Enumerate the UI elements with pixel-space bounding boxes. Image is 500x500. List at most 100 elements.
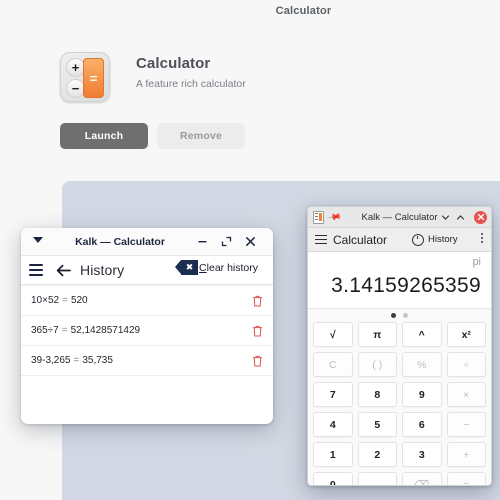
table-row[interactable]: 365÷7 = 52,1428571429 bbox=[21, 316, 273, 346]
close-icon bbox=[245, 237, 255, 246]
key-clear[interactable]: C bbox=[313, 352, 353, 377]
history-entry-text: 365÷7 = 52,1428571429 bbox=[31, 325, 140, 336]
history-equals-sign: = bbox=[62, 295, 68, 306]
delete-entry-button[interactable] bbox=[252, 295, 263, 307]
app-listing: + − = Calculator A feature rich calculat… bbox=[60, 52, 246, 102]
history-button[interactable]: History bbox=[412, 233, 458, 246]
key-percent[interactable]: % bbox=[402, 352, 442, 377]
app-action-buttons: Launch Remove bbox=[60, 123, 245, 149]
chevron-up-icon bbox=[456, 214, 465, 220]
delete-entry-button[interactable] bbox=[252, 355, 263, 367]
table-row[interactable]: 10×52 = 520 bbox=[21, 285, 273, 316]
pager-dot-1[interactable] bbox=[391, 313, 396, 318]
trash-icon bbox=[253, 355, 262, 366]
restore-icon bbox=[221, 236, 231, 247]
launch-button[interactable]: Launch bbox=[60, 123, 148, 149]
key-divide[interactable]: ÷ bbox=[446, 352, 486, 377]
arrow-left-icon bbox=[56, 264, 71, 276]
keypad-row: 0 . ⌫ = bbox=[313, 472, 486, 485]
calculator-expression: pi bbox=[472, 256, 481, 268]
history-entry-text: 39-3,265 = 35,735 bbox=[31, 355, 113, 366]
history-result: 52,1428571429 bbox=[70, 325, 141, 336]
key-4[interactable]: 4 bbox=[313, 412, 353, 437]
calculator-keypad: √ π ^ x² C ( ) % ÷ 7 8 9 × 4 5 6 − 1 2 3… bbox=[308, 322, 491, 485]
history-button-label: History bbox=[428, 234, 458, 245]
close-button[interactable] bbox=[239, 228, 261, 255]
app-subtitle: A feature rich calculator bbox=[136, 78, 246, 90]
key-1[interactable]: 1 bbox=[313, 442, 353, 467]
key-0[interactable]: 0 bbox=[313, 472, 353, 485]
history-window-titlebar[interactable]: Kalk — Calculator bbox=[21, 228, 273, 256]
key-6[interactable]: 6 bbox=[402, 412, 442, 437]
history-result: 35,735 bbox=[82, 355, 113, 366]
history-result: 520 bbox=[70, 295, 88, 306]
key-7[interactable]: 7 bbox=[313, 382, 353, 407]
key-pi[interactable]: π bbox=[357, 322, 397, 347]
trash-icon bbox=[253, 295, 262, 306]
history-equals-sign: = bbox=[73, 355, 80, 366]
history-expression: 39-3,265 bbox=[31, 355, 71, 366]
hamburger-icon[interactable] bbox=[29, 264, 43, 276]
pager-dot-2[interactable] bbox=[403, 313, 408, 318]
maximize-button[interactable] bbox=[215, 228, 237, 255]
pin-icon[interactable]: 📌 bbox=[327, 209, 342, 224]
key-3[interactable]: 3 bbox=[402, 442, 442, 467]
window-menu-caret-icon[interactable] bbox=[33, 237, 43, 243]
key-parentheses[interactable]: ( ) bbox=[357, 352, 397, 377]
history-window[interactable]: Kalk — Calculator History ✖ Clear histor… bbox=[21, 228, 273, 424]
history-entry-text: 10×52 = 520 bbox=[31, 295, 88, 306]
maximize-button[interactable] bbox=[453, 207, 468, 227]
close-button[interactable] bbox=[474, 210, 487, 224]
clock-icon bbox=[412, 233, 425, 246]
key-multiply[interactable]: × bbox=[446, 382, 486, 407]
calculator-toolbar-title: Calculator bbox=[333, 232, 388, 247]
key-2[interactable]: 2 bbox=[357, 442, 397, 467]
history-expression: 365÷7 bbox=[31, 325, 59, 336]
minimize-button[interactable] bbox=[438, 207, 453, 227]
key-square[interactable]: x² bbox=[446, 322, 486, 347]
trash-icon bbox=[253, 325, 262, 336]
calculator-toolbar: Calculator History bbox=[308, 228, 491, 252]
keypad-row: 1 2 3 + bbox=[313, 442, 486, 467]
key-backspace[interactable]: ⌫ bbox=[402, 472, 442, 485]
clear-history-button[interactable]: ✖ Clear history bbox=[175, 260, 273, 275]
history-toolbar: History ✖ Clear history bbox=[21, 256, 273, 285]
close-icon bbox=[477, 213, 484, 221]
key-decimal[interactable]: . bbox=[357, 472, 397, 485]
table-row[interactable]: 39-3,265 = 35,735 bbox=[21, 346, 273, 376]
keypad-row: 4 5 6 − bbox=[313, 412, 486, 437]
key-equals[interactable]: = bbox=[446, 472, 486, 485]
app-title: Calculator bbox=[136, 55, 211, 72]
history-expression: 10×52 bbox=[31, 295, 60, 306]
app-text-block: Calculator A feature rich calculator bbox=[136, 52, 246, 90]
calculator-titlebar[interactable]: 📌 Kalk — Calculator bbox=[308, 207, 491, 228]
calculator-result: 3.14159265359 bbox=[331, 274, 481, 297]
keypad-row: 7 8 9 × bbox=[313, 382, 486, 407]
clear-history-mnemonic: C bbox=[199, 261, 207, 274]
clear-history-label: Clear history bbox=[199, 262, 273, 274]
key-add[interactable]: + bbox=[446, 442, 486, 467]
keypad-pager bbox=[308, 309, 491, 322]
key-5[interactable]: 5 bbox=[357, 412, 397, 437]
calculator-window[interactable]: 📌 Kalk — Calculator Calculator History p… bbox=[307, 206, 492, 486]
history-list: 10×52 = 520 365÷7 = 52,1428571429 39-3,265 = 3… bbox=[21, 285, 273, 376]
key-8[interactable]: 8 bbox=[357, 382, 397, 407]
chevron-down-icon bbox=[441, 214, 450, 220]
minimize-button[interactable] bbox=[191, 228, 213, 255]
history-equals-sign: = bbox=[61, 325, 68, 336]
back-arrow-icon[interactable] bbox=[56, 264, 71, 277]
remove-button[interactable]: Remove bbox=[157, 123, 245, 149]
calculator-window-icon bbox=[313, 210, 324, 224]
key-subtract[interactable]: − bbox=[446, 412, 486, 437]
history-heading: History bbox=[80, 262, 125, 278]
key-sqrt[interactable]: √ bbox=[313, 322, 353, 347]
delete-entry-button[interactable] bbox=[252, 325, 263, 337]
kebab-menu-icon[interactable] bbox=[481, 233, 483, 243]
store-header-title: Calculator bbox=[275, 5, 332, 17]
hamburger-icon[interactable] bbox=[315, 234, 327, 245]
key-9[interactable]: 9 bbox=[402, 382, 442, 407]
key-power[interactable]: ^ bbox=[402, 322, 442, 347]
clear-history-label-rest: lear history bbox=[206, 261, 258, 274]
minimize-icon bbox=[198, 241, 206, 243]
keypad-row: C ( ) % ÷ bbox=[313, 352, 486, 377]
